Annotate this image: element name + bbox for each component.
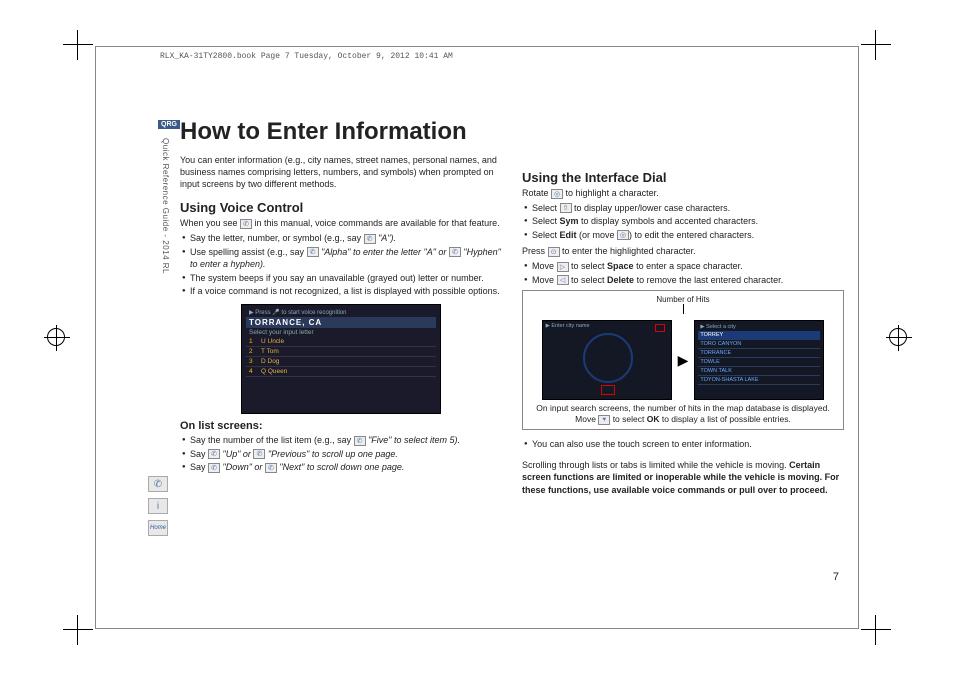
list-heading: On list screens:: [180, 420, 502, 432]
hits-highlight: [655, 324, 665, 332]
list-bullet-3: Say ✆ "Down" or ✆ "Next" to scroll down …: [180, 461, 502, 474]
talk-icon: ✆: [253, 449, 265, 459]
dial-results-screenshot: ▶ Select a city TORREY TORO CANYON TORRA…: [694, 320, 824, 400]
move-right-icon: ▷: [557, 262, 569, 272]
voice-bullet-3: The system beeps if you say an unavailab…: [180, 272, 502, 285]
talk-icon: ✆: [208, 449, 220, 459]
move-down-icon: ⯆: [598, 415, 610, 425]
page-number: 7: [833, 571, 839, 583]
shot-row-4: 4Q Queen: [246, 367, 436, 377]
registration-mark-right: [889, 328, 907, 346]
rotate-line: Rotate ◎ to highlight a character.: [522, 187, 844, 200]
crop-mark-br: [861, 615, 891, 645]
crop-mark-tl: [63, 30, 93, 60]
press-icon: ⊙: [548, 247, 560, 257]
touch-bullet: You can also use the touch screen to ent…: [522, 438, 844, 451]
dial-icon: ◎: [617, 230, 629, 240]
talk-icon: ✆: [148, 476, 168, 492]
voice-heading: Using Voice Control: [180, 200, 502, 215]
talk-icon: ✆: [364, 234, 376, 244]
sidebar-guide-label: Quick Reference Guide - 2014 RL: [161, 138, 170, 338]
book-header-meta: RLX_KA-31TY2800.book Page 7 Tuesday, Oct…: [160, 52, 453, 61]
dial-input-screenshot: ▶ Enter city name: [542, 320, 672, 400]
result-row: TORRANCE: [698, 349, 820, 358]
voice-bullets: Say the letter, number, or symbol (e.g.,…: [180, 232, 502, 298]
dial-b2: Select Sym to display symbols and accent…: [522, 215, 844, 228]
shot-sub: Select your input letter: [246, 328, 436, 337]
info-icon: i: [148, 498, 168, 514]
dial-wheel: [583, 333, 633, 383]
scroll-note: Scrolling through lists or tabs is limit…: [522, 459, 844, 497]
content-area: How to Enter Information You can enter i…: [180, 118, 844, 595]
list-bullet-1: Say the number of the list item (e.g., s…: [180, 434, 502, 447]
result-row: TOYON-SHASTA LAKE: [698, 376, 820, 385]
touch-line: You can also use the touch screen to ent…: [522, 438, 844, 451]
talk-icon: ✆: [208, 463, 220, 473]
crop-mark-bl: [63, 615, 93, 645]
dial-icon: ◎: [551, 189, 563, 199]
result-row: TOWN TALK: [698, 367, 820, 376]
shot-row-1: 1U Uncle: [246, 337, 436, 347]
shift-icon: ⇧: [560, 203, 572, 213]
talk-icon: ✆: [265, 463, 277, 473]
hits-info-text: On input search screens, the number of h…: [527, 399, 839, 429]
voice-bullet-2: Use spelling assist (e.g., say ✆ "Alpha"…: [180, 246, 502, 271]
crop-mark-tr: [861, 30, 891, 60]
intro-text: You can enter information (e.g., city na…: [180, 154, 502, 190]
shot-row-3: 3D Dog: [246, 357, 436, 367]
move-b2: Move ◁ to select Delete to remove the la…: [522, 274, 844, 287]
dial-heading: Using the Interface Dial: [522, 170, 844, 185]
voice-intro: When you see ✆ in this manual, voice com…: [180, 217, 502, 230]
sidebar-icon-stack: ✆ i Home: [148, 476, 168, 536]
ok-highlight: [601, 385, 615, 395]
result-row: TOWLE: [698, 358, 820, 367]
talk-icon: ✆: [307, 247, 319, 257]
press-line: Press ⊙ to enter the highlighted charact…: [522, 245, 844, 258]
registration-mark-left: [47, 328, 65, 346]
talk-icon: ✆: [449, 247, 461, 257]
list-bullet-2: Say ✆ "Up" or ✆ "Previous" to scroll up …: [180, 448, 502, 461]
hits-leader-line: [683, 304, 684, 314]
voice-bullet-1: Say the letter, number, or symbol (e.g.,…: [180, 232, 502, 245]
home-icon: Home: [148, 520, 168, 536]
shot-city: TORRANCE, CA: [246, 317, 436, 328]
dial-screenshots: ▶ Enter city name ▶ ▶ Select a city TORR…: [527, 320, 839, 400]
right-column: Using the Interface Dial Rotate ◎ to hig…: [522, 118, 844, 595]
result-row: TORREY: [698, 331, 820, 340]
talk-icon: ✆: [240, 219, 252, 229]
arrow-right-icon: ▶: [678, 352, 689, 369]
hits-label: Number of Hits: [527, 295, 839, 304]
move-left-icon: ◁: [557, 275, 569, 285]
shot-row-2: 2T Tom: [246, 347, 436, 357]
page-title: How to Enter Information: [180, 118, 502, 146]
left-column: How to Enter Information You can enter i…: [180, 118, 502, 595]
list-bullets: Say the number of the list item (e.g., s…: [180, 434, 502, 474]
dial-b1: Select ⇧ to display upper/lower case cha…: [522, 202, 844, 215]
dial-bullets-2: Move ▷ to select Space to enter a space …: [522, 260, 844, 286]
dial-figure-box: Number of Hits ▶ Enter city name ▶ ▶ Sel…: [522, 290, 844, 430]
talk-icon: ✆: [354, 436, 366, 446]
result-row: TORO CANYON: [698, 340, 820, 349]
dial-bullets-1: Select ⇧ to display upper/lower case cha…: [522, 202, 844, 242]
voice-bullet-4: If a voice command is not recognized, a …: [180, 285, 502, 298]
move-b1: Move ▷ to select Space to enter a space …: [522, 260, 844, 273]
qrg-badge: QRG: [158, 120, 180, 129]
dial-b3: Select Edit (or move ◎) to edit the ente…: [522, 229, 844, 242]
shot-hint: ▶ Press 🎤 to start voice recognition: [246, 309, 436, 317]
voice-list-screenshot: ▶ Press 🎤 to start voice recognition TOR…: [241, 304, 441, 414]
